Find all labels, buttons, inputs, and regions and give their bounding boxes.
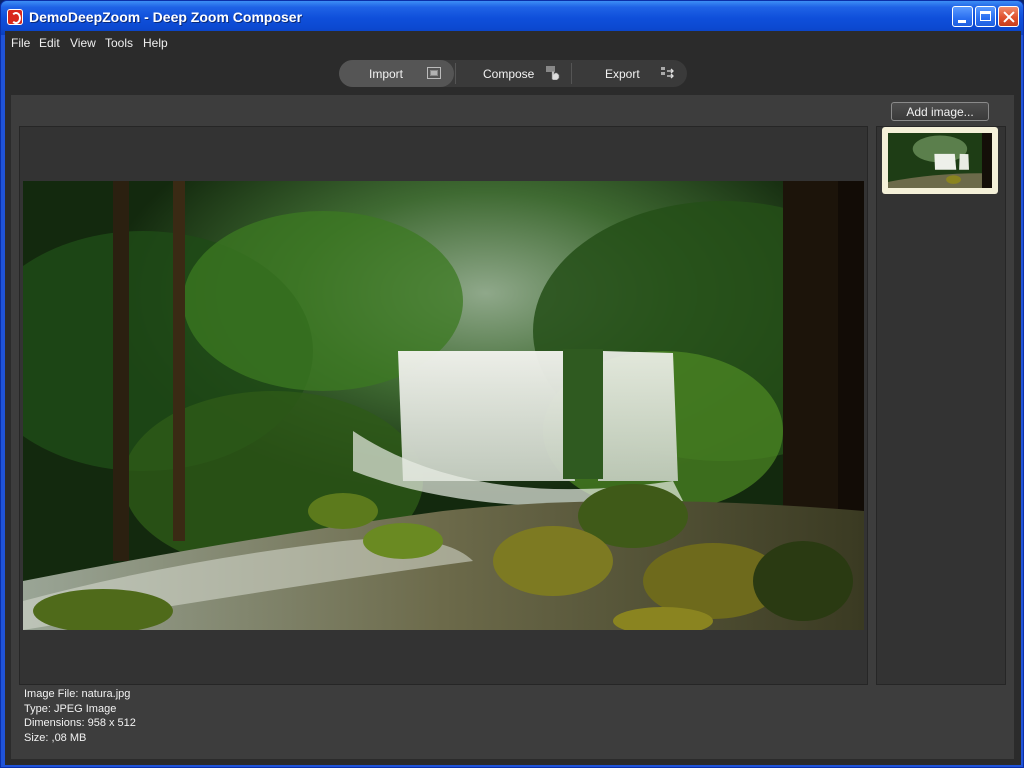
window-title: DemoDeepZoom - Deep Zoom Composer <box>29 9 303 25</box>
forest-waterfall-image <box>23 181 864 630</box>
preview-image[interactable] <box>23 181 864 630</box>
app-icon[interactable] <box>7 9 23 25</box>
import-workspace: Add image... Image File: natura.jpg Type… <box>11 95 1014 759</box>
forest-waterfall-thumbnail <box>888 133 992 188</box>
mode-switcher: Import Compose Export <box>339 60 687 87</box>
image-type: Type: JPEG Image <box>24 702 117 715</box>
image-thumbnail[interactable] <box>882 127 998 194</box>
add-image-button[interactable]: Add image... <box>891 102 989 121</box>
menu-edit[interactable]: Edit <box>39 36 60 50</box>
minimize-button[interactable] <box>952 6 973 27</box>
app-window: DemoDeepZoom - Deep Zoom Composer File E… <box>0 0 1024 768</box>
image-info: Image File: natura.jpg Type: JPEG Image … <box>24 687 136 745</box>
menu-tools[interactable]: Tools <box>105 36 133 50</box>
close-button[interactable] <box>998 6 1019 27</box>
thumbnail-image <box>888 133 992 188</box>
maximize-button[interactable] <box>975 6 996 27</box>
tab-compose[interactable]: Compose <box>456 60 571 87</box>
menu-bar: File Edit View Tools Help <box>5 31 1021 54</box>
client-area: File Edit View Tools Help Import Compose <box>5 31 1021 765</box>
image-file-name: Image File: natura.jpg <box>24 688 131 700</box>
thumbnail-panel <box>876 126 1006 685</box>
tab-export-label: Export <box>605 67 640 81</box>
import-image-icon <box>427 67 441 79</box>
menu-help[interactable]: Help <box>143 36 168 50</box>
tab-import[interactable]: Import <box>339 60 454 87</box>
export-arrows-icon <box>661 67 674 79</box>
title-bar[interactable]: DemoDeepZoom - Deep Zoom Composer <box>1 1 1023 35</box>
tab-compose-label: Compose <box>483 67 535 81</box>
menu-file[interactable]: File <box>11 36 30 50</box>
menu-view[interactable]: View <box>70 36 96 50</box>
tab-import-label: Import <box>369 67 404 81</box>
tab-export[interactable]: Export <box>571 60 687 87</box>
image-size: Size: ,08 MB <box>24 731 87 744</box>
image-dimensions: Dimensions: 958 x 512 <box>24 717 136 729</box>
hand-compose-icon <box>546 66 560 80</box>
image-preview-panel <box>19 126 868 685</box>
